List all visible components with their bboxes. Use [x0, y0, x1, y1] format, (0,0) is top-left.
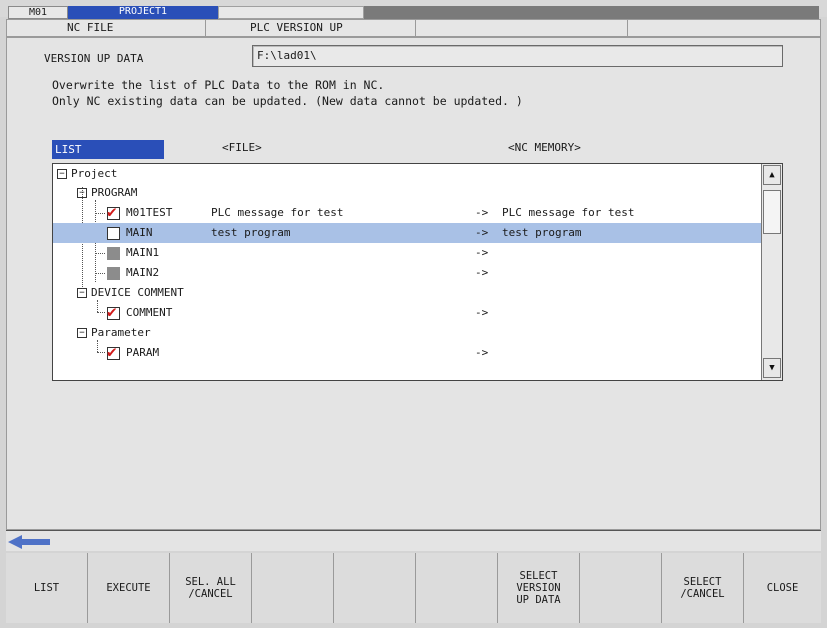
- tree-row-param[interactable]: ✔ PARAM ->: [53, 343, 761, 363]
- item-arrow: ->: [475, 266, 489, 279]
- checkbox-m01test[interactable]: ✔: [107, 202, 120, 221]
- checkbox-param[interactable]: ✔: [107, 342, 120, 361]
- checkbox-main2-disabled: [107, 267, 120, 280]
- checkmark-icon: ✔: [107, 302, 117, 321]
- fkey-select-version-up-data[interactable]: SELECT VERSION UP DATA: [498, 553, 580, 623]
- tree-node-device-comment[interactable]: − DEVICE COMMENT: [53, 283, 761, 303]
- tree-label-program: PROGRAM: [91, 186, 138, 199]
- collapse-icon[interactable]: −: [57, 169, 67, 179]
- fkey-empty-4[interactable]: [252, 553, 334, 623]
- scroll-down-icon[interactable]: ▼: [763, 358, 781, 378]
- item-name: PARAM: [126, 346, 160, 359]
- nc-memory-column-header: <NC MEMORY>: [508, 141, 581, 154]
- function-key-bar: LIST EXECUTE SEL. ALL /CANCEL SELECT VER…: [6, 553, 821, 623]
- fkey-empty-5[interactable]: [334, 553, 416, 623]
- item-arrow: ->: [475, 246, 489, 259]
- item-name: M01TEST: [126, 206, 173, 219]
- item-nc-memory: test program: [502, 226, 582, 239]
- navigation-bar: [6, 530, 821, 551]
- item-arrow: ->: [475, 306, 489, 319]
- scroll-thumb[interactable]: [763, 190, 781, 234]
- collapse-icon[interactable]: −: [77, 188, 87, 198]
- menu-bar: NC FILE PLC VERSION UP: [6, 19, 821, 37]
- message-line-2: Only NC existing data can be updated. (N…: [52, 94, 523, 108]
- tree-row-main2[interactable]: MAIN2 ->: [53, 263, 761, 283]
- tab-bar-filler: [364, 6, 819, 19]
- fkey-close[interactable]: CLOSE: [744, 553, 821, 623]
- project-tab[interactable]: PROJECT1: [68, 6, 218, 19]
- checkmark-icon: ✔: [107, 342, 117, 361]
- checkbox-comment[interactable]: ✔: [107, 302, 120, 321]
- tree-row-m01test[interactable]: ✔ M01TEST PLC message for test -> PLC me…: [53, 203, 761, 223]
- item-arrow: ->: [475, 206, 489, 219]
- version-up-data-label: VERSION UP DATA: [44, 52, 144, 65]
- collapse-icon[interactable]: −: [77, 288, 87, 298]
- collapse-icon[interactable]: −: [77, 328, 87, 338]
- menu-nc-file[interactable]: NC FILE: [7, 20, 206, 36]
- fkey-execute[interactable]: EXECUTE: [88, 553, 170, 623]
- checkbox-main[interactable]: [107, 227, 120, 240]
- tree-node-program[interactable]: − PROGRAM: [53, 183, 761, 203]
- item-nc-memory: PLC message for test: [502, 206, 635, 219]
- tree-row-main1[interactable]: MAIN1 ->: [53, 243, 761, 263]
- item-name: MAIN: [126, 226, 153, 239]
- item-name: MAIN2: [126, 266, 160, 279]
- file-column-header: <FILE>: [222, 141, 262, 154]
- plc-data-tree[interactable]: − Project − PROGRAM ✔ M01TEST PLC messag…: [52, 163, 783, 381]
- item-arrow: ->: [475, 226, 489, 239]
- tree-node-project[interactable]: − Project: [53, 164, 761, 184]
- tree-scrollbar[interactable]: ▲ ▼: [761, 164, 782, 380]
- checkmark-icon: ✔: [107, 202, 117, 221]
- checkbox-main1-disabled: [107, 247, 120, 260]
- machine-tab[interactable]: M01: [8, 6, 68, 19]
- fkey-sel-all-cancel[interactable]: SEL. ALL /CANCEL: [170, 553, 252, 623]
- tree-label-device-comment: DEVICE COMMENT: [91, 286, 184, 299]
- message-line-1: Overwrite the list of PLC Data to the RO…: [52, 78, 385, 92]
- fkey-empty-8[interactable]: [580, 553, 662, 623]
- fkey-list[interactable]: LIST: [6, 553, 88, 623]
- fkey-empty-6[interactable]: [416, 553, 498, 623]
- item-file: PLC message for test: [211, 206, 344, 219]
- menu-empty-2: [628, 20, 820, 36]
- item-arrow: ->: [475, 346, 489, 359]
- back-arrow-icon[interactable]: [8, 535, 50, 549]
- empty-tab: [218, 6, 364, 19]
- tree-row-comment[interactable]: ✔ COMMENT ->: [53, 303, 761, 323]
- version-up-data-field[interactable]: F:\lad01\: [252, 45, 783, 67]
- tree-label-project: Project: [71, 167, 118, 180]
- scroll-up-icon[interactable]: ▲: [763, 165, 781, 185]
- tree-node-parameter[interactable]: − Parameter: [53, 323, 761, 343]
- item-file: test program: [211, 226, 291, 239]
- list-header: LIST: [52, 140, 164, 159]
- tree-label-parameter: Parameter: [91, 326, 151, 339]
- item-name: MAIN1: [126, 246, 160, 259]
- menu-plc-version-up[interactable]: PLC VERSION UP: [206, 20, 416, 36]
- tree-row-main[interactable]: MAIN test program -> test program: [53, 223, 761, 243]
- item-name: COMMENT: [126, 306, 173, 319]
- fkey-select-cancel[interactable]: SELECT /CANCEL: [662, 553, 744, 623]
- menu-empty-1: [416, 20, 628, 36]
